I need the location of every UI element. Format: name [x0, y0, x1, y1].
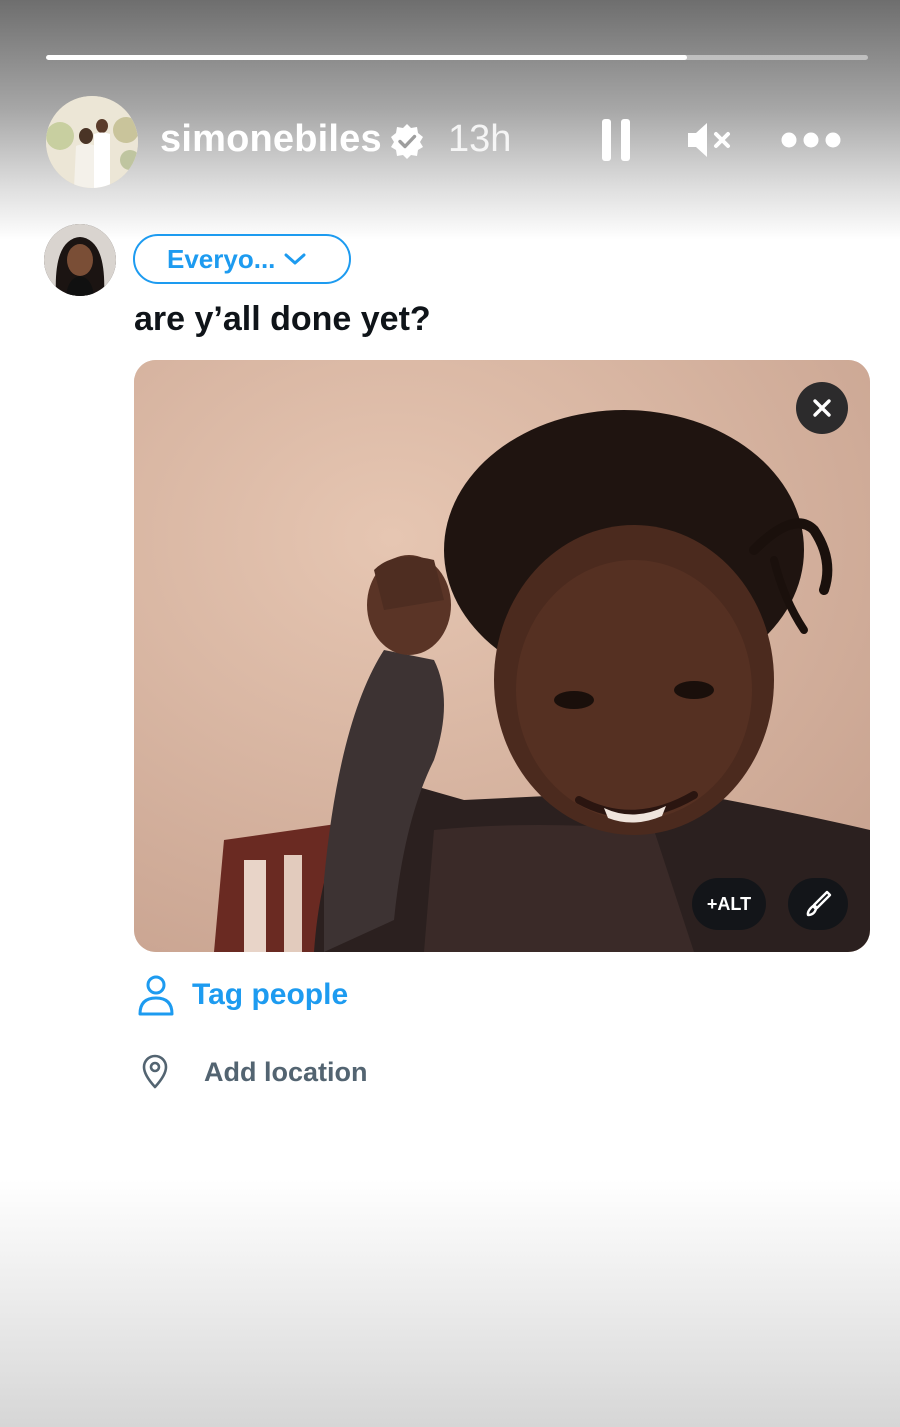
- add-location-label: Add location: [204, 1056, 368, 1087]
- story-author-avatar[interactable]: [46, 96, 138, 188]
- more-options-icon: [781, 132, 841, 148]
- audience-label: Everyo...: [167, 243, 276, 274]
- tag-people-label: Tag people: [192, 978, 349, 1011]
- audience-selector[interactable]: Everyo...: [133, 234, 351, 284]
- bottom-gradient: [0, 1180, 900, 1427]
- brush-icon: [806, 890, 832, 917]
- more-options-button[interactable]: [778, 112, 844, 168]
- story-progress-bar: [46, 55, 868, 60]
- pause-button[interactable]: [596, 112, 636, 168]
- location-pin-icon: [142, 1054, 168, 1089]
- story-viewer: simonebiles 13h Everyo... are y’all done…: [0, 0, 900, 1427]
- story-progress-fill: [46, 55, 688, 60]
- mute-button[interactable]: [684, 112, 734, 168]
- speaker-muted-icon: [688, 123, 730, 157]
- alt-text-button[interactable]: +ALT: [692, 878, 766, 930]
- photo-image: [134, 360, 870, 952]
- post-text[interactable]: are y’all done yet?: [134, 300, 431, 339]
- story-username[interactable]: simonebiles: [160, 118, 382, 161]
- add-location-button[interactable]: Add location: [140, 1050, 368, 1094]
- attached-photo[interactable]: +ALT: [134, 360, 870, 952]
- edit-media-button[interactable]: [788, 878, 848, 930]
- avatar-photo: [46, 96, 138, 188]
- verified-badge-icon: [388, 122, 426, 160]
- pause-icon: [602, 119, 630, 161]
- chevron-down-icon: [283, 251, 307, 267]
- composer-avatar-photo: [44, 224, 116, 296]
- remove-media-button[interactable]: [796, 382, 848, 434]
- close-icon: [813, 399, 831, 417]
- person-icon: [138, 975, 174, 1016]
- composer-avatar[interactable]: [44, 224, 116, 296]
- story-time-ago: 13h: [448, 118, 512, 160]
- tag-people-button[interactable]: Tag people: [136, 972, 348, 1018]
